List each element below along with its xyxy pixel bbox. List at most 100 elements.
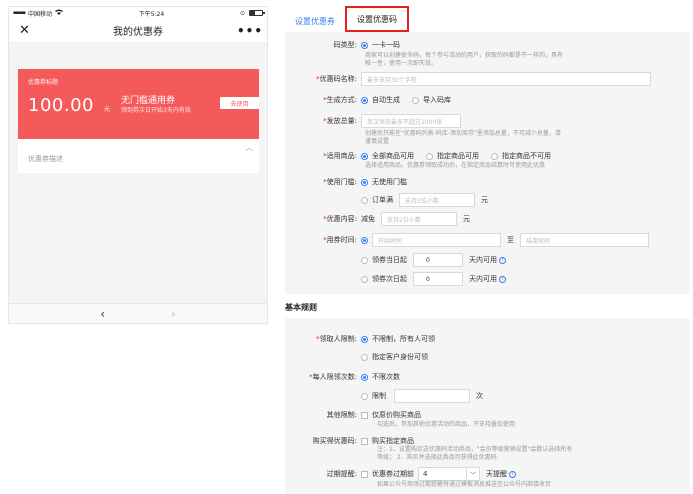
use-time-sameday-row: 领券当日起 0 天内可用 ? <box>285 253 506 267</box>
receiver-all[interactable]: 不限制，所有人可领 <box>361 334 435 344</box>
threshold-amount-input[interactable]: 支持2位小数 <box>399 193 475 207</box>
receiver-specific[interactable]: 指定客户身份可领 <box>361 352 428 362</box>
tab-coupon-settings[interactable]: 设置优惠券 <box>285 16 345 32</box>
battery-icon <box>248 10 265 16</box>
sameday-suffix: 天内可用 <box>469 256 497 264</box>
sameday-days-input[interactable]: 0 <box>413 253 463 267</box>
use-time-nextday-row: 领券次日起 0 天内可用 ? <box>285 272 506 286</box>
start-time-input[interactable]: 开始时间 <box>372 233 501 247</box>
goods-row: *适用商品: 全部商品可用 指定商品可用 指定商品不可用 <box>285 151 563 161</box>
discount-amount-input[interactable]: 支持2位小数 <box>381 212 457 226</box>
other-limit-label: 其他限制: <box>326 411 357 419</box>
other-limit-hint: 勾选后，参加其他优惠活动的商品，不支持叠加使用 <box>377 421 516 428</box>
goods-hint: 选择适用商品，优惠券领取成功后，在指定商品结算时可使用此优惠 <box>365 162 546 169</box>
clock-time: 下午5:24 <box>138 10 165 18</box>
tab-bar: 设置优惠券 设置优惠码 <box>285 6 690 32</box>
gen-mode-import[interactable]: 导入码库 <box>412 95 451 105</box>
per-person-label: *每人限领次数: <box>309 373 357 381</box>
buy-specific-goods[interactable]: 购买指定商品 <box>361 436 414 446</box>
use-time-label: *用券时间: <box>323 236 357 244</box>
signal-icon: ▪▪▪▪▪ <box>13 10 26 16</box>
page-title: 我的优惠券 <box>113 27 163 38</box>
back-arrow-icon[interactable]: ‹ <box>100 307 105 321</box>
phone-preview: ▪▪▪▪▪ 中国移动 下午5:24 ⊙ ✕ 我的优惠券 ••• 优惠券标题 10… <box>8 6 268 324</box>
more-icon[interactable]: ••• <box>237 24 262 38</box>
discount-row: *优惠内容: 减免 支持2位小数 元 <box>285 212 470 226</box>
code-type-option[interactable]: 一卡一码 <box>361 40 400 50</box>
use-time-range-radio[interactable] <box>361 236 368 244</box>
coupon-description: 优惠券描述 <box>28 155 63 163</box>
use-time-sameday[interactable]: 领券当日起 <box>361 255 407 265</box>
coupon-amount: 100.00 <box>28 95 94 116</box>
code-name-row: *优惠码名称: 最多支持30个字符 <box>285 72 651 86</box>
help-icon[interactable]: ? <box>499 256 506 264</box>
gen-mode-row: *生成方式: 自动生成 导入码库 <box>285 95 463 105</box>
code-type-label: 码类型: <box>333 41 357 49</box>
tab-code-settings[interactable]: 设置优惠码 <box>345 6 409 32</box>
issue-total-label: *发放总量: <box>323 117 357 125</box>
coupon-unit: 元 <box>104 106 111 113</box>
per-person-unlimited[interactable]: 不限次数 <box>361 372 400 382</box>
help-icon[interactable]: ? <box>499 275 506 283</box>
discount-unit: 元 <box>463 215 470 223</box>
nextday-days-input[interactable]: 0 <box>413 272 463 286</box>
wifi-icon <box>54 9 63 17</box>
coupon-title: 优惠券标题 <box>28 79 59 86</box>
expiry-hint: 如果公众号商场过期提醒将通过模板消息推送至公众号内部接收页 <box>377 481 552 488</box>
other-limit-row: 其他限制: 仅原价购买商品 <box>285 410 433 420</box>
gen-mode-auto[interactable]: 自动生成 <box>361 95 400 105</box>
use-time-nextday[interactable]: 领券次日起 <box>361 274 407 284</box>
receiver-specific-row: 指定客户身份可领 <box>285 352 440 362</box>
issue-total-row: *发放总量: 单次添加最多不超过1000张 <box>285 114 461 128</box>
purchase-hint-1: 注：1、设置购买送优惠码活动商品，"会员等级营销设置"会默认选择所有 <box>377 446 573 453</box>
goods-all[interactable]: 全部商品可用 <box>361 151 414 161</box>
use-time-row: *用券时间: 开始时间 至 结束时间 <box>285 233 649 247</box>
nav-bar: ✕ 我的优惠券 ••• <box>9 19 267 43</box>
close-icon[interactable]: ✕ <box>19 23 39 38</box>
expiry-reminder-option[interactable]: 优惠券过期前 <box>361 469 414 479</box>
issue-total-hint-1: 创建后只能在"优惠码列表-码库-添加库存"里添加总量，不可减少总量，请 <box>365 130 561 137</box>
threshold-unit: 元 <box>481 196 488 204</box>
browser-footer: ‹ › <box>9 303 267 323</box>
threshold-order-row: 订单满 支持2位小数 元 <box>285 193 488 207</box>
nextday-suffix: 天内可用 <box>469 275 497 283</box>
purchase-row: 购买得优惠码: 购买指定商品 <box>285 436 426 446</box>
issue-total-input[interactable]: 单次添加最多不超过1000张 <box>361 114 461 128</box>
coupon-validity: 领到券次日开始3天内有效 <box>121 107 191 114</box>
basic-rules-form: *领取人限制: 不限制，所有人可领 指定客户身份可领 *每人限领次数: 不限次数… <box>285 318 690 494</box>
code-settings-form: 码类型: 一卡一码 商家可以创建很多码，每个参与活动的用户，获取的码都是不一样的… <box>285 32 690 294</box>
goods-exclude[interactable]: 指定商品不可用 <box>491 151 551 161</box>
expiry-suffix: 天提醒 <box>486 470 507 478</box>
code-name-input[interactable]: 最多支持30个字符 <box>361 72 651 86</box>
radio-checked-icon <box>361 41 368 49</box>
per-person-limit[interactable]: 限制 <box>361 391 386 401</box>
per-person-count-input[interactable] <box>394 389 470 403</box>
expiry-days-select[interactable]: 4 ﹀ <box>418 467 480 481</box>
coupon-card: 优惠券标题 100.00 元 无门槛通用券 领到券次日开始3天内有效 去使用 <box>18 69 259 139</box>
receiver-row: *领取人限制: 不限制，所有人可领 <box>285 334 447 344</box>
receiver-label: *领取人限制: <box>316 335 357 343</box>
original-price-only[interactable]: 仅原价购买商品 <box>361 410 421 420</box>
range-separator: 至 <box>507 236 514 244</box>
threshold-none[interactable]: 无使用门槛 <box>361 177 407 187</box>
issue-total-hint-2: 谨慎设置 <box>365 138 390 145</box>
code-type-hint-2: 唯一性，使用一次即失效。 <box>365 60 438 67</box>
carrier-label: 中国移动 <box>27 10 52 18</box>
use-coupon-button[interactable]: 去使用 <box>220 97 259 109</box>
forward-arrow-icon[interactable]: › <box>171 307 176 321</box>
coupon-description-panel: ︿ 优惠券描述 <box>18 139 259 173</box>
goods-include[interactable]: 指定商品可用 <box>426 151 479 161</box>
expiry-row: 过期提醒: 优惠券过期前 4 ﹀ 天提醒 ? <box>285 467 516 481</box>
purchase-hint-2: 等级； 2、购买并选择此商品可获得此优惠码 <box>377 454 497 461</box>
expiry-label: 过期提醒: <box>326 470 357 478</box>
checkbox-icon <box>361 470 368 478</box>
end-time-input[interactable]: 结束时间 <box>520 233 649 247</box>
basic-rules-title: 基本规则 <box>285 303 317 312</box>
gen-mode-label: *生成方式: <box>323 96 357 104</box>
purchase-label: 购买得优惠码: <box>312 437 357 445</box>
per-person-unit: 次 <box>476 392 483 400</box>
help-icon[interactable]: ? <box>509 470 516 478</box>
code-type-hint-1: 商家可以创建很多码，每个参与活动的用户，获取的码都是不一样的，具有 <box>365 52 564 59</box>
threshold-order-min[interactable]: 订单满 <box>361 195 393 205</box>
chevron-up-icon[interactable]: ︿ <box>245 142 253 153</box>
